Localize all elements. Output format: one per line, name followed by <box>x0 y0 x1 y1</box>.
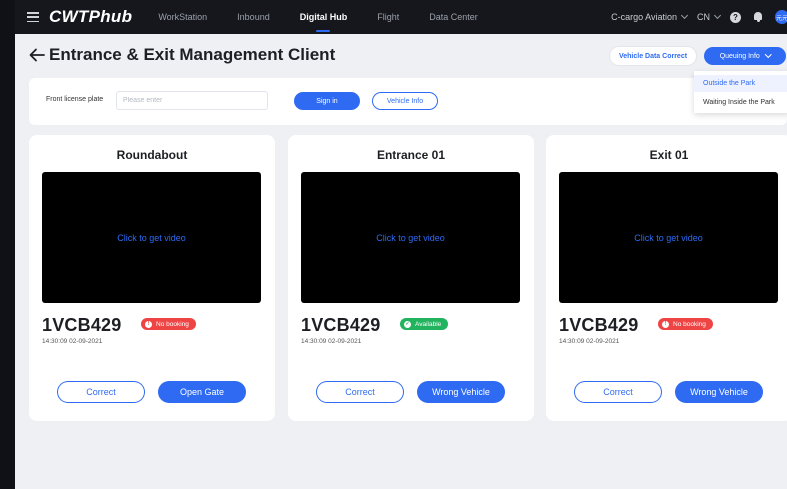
status-text: Available <box>415 320 442 328</box>
nav-flight[interactable]: Flight <box>377 0 399 34</box>
video-prompt[interactable]: Click to get video <box>376 233 445 243</box>
gate-card-entrance-01: Entrance 01 Click to get video 1VCB429 ✓… <box>288 135 534 421</box>
company-selector[interactable]: C-cargo Aviation <box>611 11 689 22</box>
vehicle-data-correct-label: Vehicle Data Correct <box>618 52 688 60</box>
wrong-vehicle-button[interactable]: Wrong Vehicle <box>675 381 763 403</box>
page-header: Entrance & Exit Management Client Vehicl… <box>15 42 787 70</box>
chevron-down-icon <box>764 51 772 58</box>
gate-card-exit-01: Exit 01 Click to get video 1VCB429 ! No … <box>546 135 787 421</box>
vehicle-info-label: Vehicle Info <box>386 97 424 105</box>
app-logo[interactable]: CWTPhub <box>49 7 132 27</box>
nav-data-center[interactable]: Data Center <box>429 0 478 34</box>
avatar[interactable]: 元元 <box>775 10 787 24</box>
open-gate-label: Open Gate <box>179 387 225 397</box>
top-nav-bar: CWTPhub WorkStation Inbound Digital Hub … <box>15 0 787 34</box>
nav-inbound[interactable]: Inbound <box>237 0 270 34</box>
language-label: CN <box>697 12 710 22</box>
wrong-vehicle-label: Wrong Vehicle <box>432 387 490 397</box>
dropdown-option-outside-park[interactable]: Outside the Park <box>694 75 787 92</box>
check-icon: ✓ <box>404 320 411 328</box>
card-title: Roundabout <box>116 148 188 162</box>
wrong-vehicle-button[interactable]: Wrong Vehicle <box>417 381 505 403</box>
app-frame: CWTPhub WorkStation Inbound Digital Hub … <box>15 0 787 489</box>
nav-workstation[interactable]: WorkStation <box>158 0 207 34</box>
search-panel: Front license plate Sign in Vehicle Info <box>29 78 787 125</box>
help-icon[interactable]: ? <box>730 11 741 23</box>
timestamp: 14:30:09 02-09-2021 <box>42 338 103 345</box>
video-panel[interactable]: Click to get video <box>42 172 261 303</box>
correct-button[interactable]: Correct <box>574 381 662 403</box>
queuing-info-dropdown: Outside the Park Waiting Inside the Park <box>694 71 787 113</box>
card-title: Entrance 01 <box>376 148 446 162</box>
front-plate-input[interactable] <box>116 91 268 110</box>
open-gate-button[interactable]: Open Gate <box>158 381 246 403</box>
correct-button[interactable]: Correct <box>316 381 404 403</box>
back-arrow-icon[interactable] <box>29 48 45 62</box>
timestamp: 14:30:09 02-09-2021 <box>301 338 362 345</box>
front-plate-label: Front license plate <box>46 96 104 103</box>
status-badge: ! No booking <box>658 318 713 330</box>
correct-button[interactable]: Correct <box>57 381 145 403</box>
sign-in-label: Sign in <box>316 97 338 105</box>
gate-card-roundabout: Roundabout Click to get video 1VCB429 ! … <box>29 135 275 421</box>
bell-icon[interactable] <box>753 12 763 22</box>
company-name: C-cargo Aviation <box>611 12 677 22</box>
video-panel[interactable]: Click to get video <box>559 172 778 303</box>
correct-label: Correct <box>603 387 633 397</box>
nav-digital-hub[interactable]: Digital Hub <box>300 0 347 34</box>
alert-icon: ! <box>145 320 152 328</box>
license-plate: 1VCB429 <box>559 315 639 335</box>
video-prompt[interactable]: Click to get video <box>117 233 186 243</box>
queuing-info-button[interactable]: Queuing Info <box>704 47 786 65</box>
chevron-down-icon <box>713 11 722 20</box>
vehicle-data-correct-button[interactable]: Vehicle Data Correct <box>610 47 696 65</box>
license-plate: 1VCB429 <box>42 315 122 335</box>
video-prompt[interactable]: Click to get video <box>634 233 703 243</box>
main-nav: WorkStation Inbound Digital Hub Flight D… <box>158 0 507 34</box>
correct-label: Correct <box>345 387 375 397</box>
menu-icon[interactable] <box>27 12 39 22</box>
language-selector[interactable]: CN <box>697 11 722 22</box>
timestamp: 14:30:09 02-09-2021 <box>559 338 620 345</box>
sign-in-button[interactable]: Sign in <box>294 92 360 110</box>
page-title: Entrance & Exit Management Client <box>49 45 336 64</box>
queuing-info-label: Queuing Info <box>719 52 760 60</box>
wrong-vehicle-label: Wrong Vehicle <box>690 387 748 397</box>
alert-icon: ! <box>662 320 669 328</box>
license-plate: 1VCB429 <box>301 315 381 335</box>
status-text: No booking <box>156 320 189 328</box>
status-badge: ✓ Available <box>400 318 449 330</box>
vehicle-info-button[interactable]: Vehicle Info <box>372 92 438 110</box>
card-title: Exit 01 <box>649 148 689 162</box>
status-text: No booking <box>673 320 706 328</box>
video-panel[interactable]: Click to get video <box>301 172 520 303</box>
chevron-down-icon <box>680 11 689 20</box>
top-right-controls: C-cargo Aviation CN ? 元元 <box>611 0 787 34</box>
correct-label: Correct <box>86 387 116 397</box>
status-badge: ! No booking <box>141 318 196 330</box>
dropdown-option-waiting-inside[interactable]: Waiting Inside the Park <box>694 94 787 111</box>
